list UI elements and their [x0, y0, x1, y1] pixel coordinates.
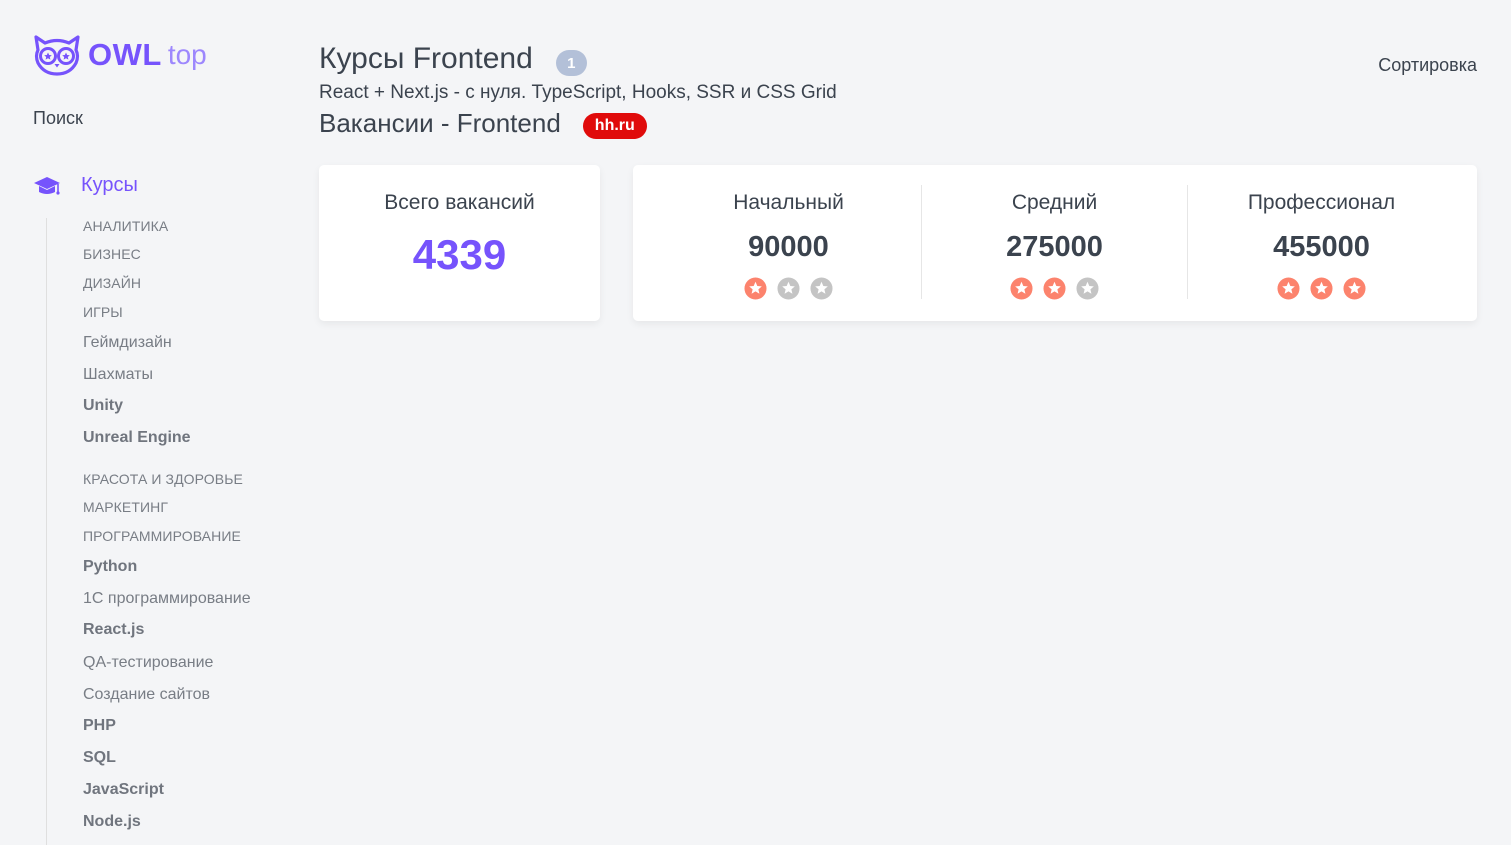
- star-filled-icon: [744, 277, 767, 300]
- level-label: Профессионал: [1247, 191, 1396, 214]
- menu-subcategory[interactable]: Создание сайтов: [83, 686, 210, 704]
- star-empty-icon: [1076, 277, 1099, 300]
- menu-tree-line: [46, 218, 47, 845]
- menu-category[interactable]: АНАЛИТИКА: [83, 218, 168, 234]
- total-vacancies-label: Всего вакансий: [384, 191, 535, 214]
- page-header: Курсы Frontend 1: [319, 42, 587, 76]
- menu-subcategory[interactable]: Unity: [83, 397, 123, 415]
- star-empty-icon: [777, 277, 800, 300]
- logo-text: OWL: [88, 37, 162, 72]
- sort-button[interactable]: Сортировка: [1378, 55, 1477, 76]
- level-junior: Начальный 90000: [655, 165, 922, 321]
- hh-badge: hh.ru: [582, 112, 647, 139]
- level-label: Средний: [1011, 191, 1098, 214]
- menu-courses[interactable]: Курсы: [33, 174, 138, 197]
- course-name[interactable]: React + Next.js - с нуля. TypeScript, Ho…: [319, 82, 837, 104]
- logo-subtext: top: [167, 39, 207, 70]
- menu-category[interactable]: КРАСОТА И ЗДОРОВЬЕ: [83, 471, 243, 487]
- search-input[interactable]: Поиск: [33, 108, 83, 129]
- logo[interactable]: OWL top: [32, 34, 207, 76]
- menu-subcategory[interactable]: Node.js: [83, 813, 141, 831]
- level-middle: Средний 275000: [921, 165, 1188, 321]
- sidebar: OWL top Поиск Курсы АНАЛИТИКА БИЗНЕС ДИЗАЙ…: [0, 0, 290, 845]
- star-filled-icon: [1043, 277, 1066, 300]
- star-empty-icon: [810, 277, 833, 300]
- level-salary: 275000: [1006, 231, 1103, 263]
- menu-subcategory[interactable]: Python: [83, 558, 137, 576]
- menu-category[interactable]: МАРКЕТИНГ: [83, 499, 168, 515]
- owl-logo-icon: [34, 35, 80, 76]
- menu-category[interactable]: ИГРЫ: [83, 304, 123, 320]
- vacancies-title: Вакансии - Frontend: [319, 108, 561, 138]
- rating-stars: [655, 277, 922, 300]
- rating-stars: [921, 277, 1188, 300]
- menu-subcategory[interactable]: QA-тестирование: [83, 654, 213, 672]
- rating-stars: [1188, 277, 1455, 300]
- level-salary: 455000: [1273, 231, 1370, 263]
- star-filled-icon: [1343, 277, 1366, 300]
- graduation-cap-icon: [34, 176, 60, 195]
- menu-subcategory[interactable]: Геймдизайн: [83, 334, 172, 352]
- menu-subcategory[interactable]: JavaScript: [83, 781, 164, 799]
- star-filled-icon: [1010, 277, 1033, 300]
- star-filled-icon: [1310, 277, 1333, 300]
- menu-subcategory[interactable]: SQL: [83, 749, 116, 767]
- page-title: Курсы Frontend: [319, 42, 533, 75]
- level-salary: 90000: [748, 231, 829, 263]
- menu-subcategory[interactable]: PHP: [83, 717, 116, 735]
- total-vacancies-card: Всего вакансий 4339: [319, 165, 600, 321]
- menu-subcategory[interactable]: 1С программирование: [83, 590, 251, 608]
- vacancies-header: Вакансии - Frontend hh.ru: [319, 108, 647, 139]
- total-vacancies-value: 4339: [412, 231, 507, 278]
- count-badge: 1: [555, 50, 587, 76]
- salary-levels-card: Начальный 90000 Средний 275000 Профессио…: [633, 165, 1477, 321]
- menu-subcategory[interactable]: React.js: [83, 621, 144, 639]
- menu-category[interactable]: ПРОГРАММИРОВАНИЕ: [83, 528, 241, 544]
- level-label: Начальный: [733, 191, 844, 214]
- star-filled-icon: [1277, 277, 1300, 300]
- menu-category[interactable]: ДИЗАЙН: [83, 275, 141, 291]
- level-senior: Профессионал 455000: [1188, 165, 1455, 321]
- menu-subcategory[interactable]: Unreal Engine: [83, 429, 191, 447]
- menu-category[interactable]: БИЗНЕС: [83, 246, 141, 262]
- menu-subcategory[interactable]: Шахматы: [83, 366, 153, 384]
- menu-courses-label: Курсы: [81, 174, 138, 196]
